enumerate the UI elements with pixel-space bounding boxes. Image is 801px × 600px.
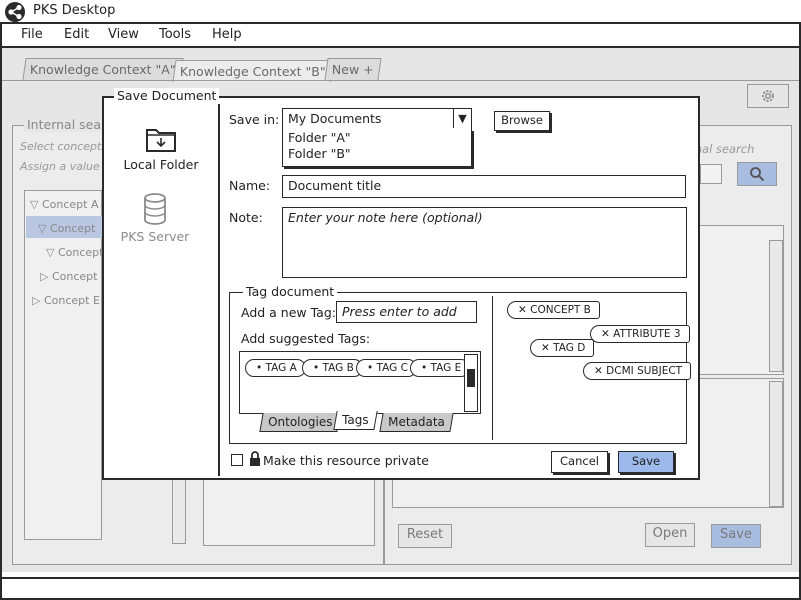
app-title: PKS Desktop [33, 3, 116, 18]
menu-help[interactable]: Help [212, 27, 242, 42]
tree-item[interactable]: ▽ Concept [38, 222, 95, 235]
name-field[interactable]: Document title [282, 175, 686, 198]
save-in-select[interactable]: My Documents ▼ [282, 108, 472, 130]
cancel-button[interactable]: Cancel [551, 451, 608, 473]
left-panel-hint2: Assign a value t [20, 160, 108, 173]
tab-knowledge-context-a[interactable]: Knowledge Context "A" [22, 58, 184, 80]
dropdown-option-folder-a[interactable]: Folder "A" [283, 129, 471, 146]
applied-tag[interactable]: ✕ CONCEPT B [507, 301, 600, 319]
save-in-dropdown: Folder "A" Folder "B" [282, 129, 472, 167]
background-save-button[interactable]: Save [711, 524, 761, 548]
suggested-tag[interactable]: • TAG B [302, 359, 363, 377]
pks-server-label: PKS Server [120, 229, 190, 244]
dialog-title: Save Document [114, 88, 220, 103]
menu-file[interactable]: File [21, 27, 43, 42]
right-scrollbar-bottom[interactable] [769, 381, 783, 507]
subtab-metadata[interactable]: Metadata [379, 413, 454, 432]
scrollbar-thumb[interactable] [467, 369, 475, 387]
tree-item[interactable]: ▽ Concept [46, 246, 103, 259]
private-label: Make this resource private [263, 453, 429, 468]
left-panel-hint1: Select concepts [20, 140, 108, 153]
name-label: Name: [229, 178, 271, 193]
concept-tree [24, 190, 102, 540]
save-button[interactable]: Save [618, 451, 674, 473]
open-button[interactable]: Open [645, 523, 695, 547]
menu-tools[interactable]: Tools [159, 27, 191, 42]
applied-tag[interactable]: ✕ DCMI SUBJECT [583, 362, 692, 380]
left-scrollbar[interactable] [172, 478, 186, 544]
local-folder-label: Local Folder [123, 157, 199, 172]
note-textarea[interactable]: Enter your note here (optional) [282, 207, 687, 278]
dropdown-option-folder-b[interactable]: Folder "B" [283, 146, 471, 161]
suggested-tags-scrollbar[interactable] [464, 354, 478, 412]
search-icon [750, 167, 765, 182]
applied-tag[interactable]: ✕ TAG D [530, 339, 595, 357]
suggested-tag[interactable]: • TAG E [410, 359, 471, 377]
right-search-input[interactable] [700, 164, 722, 184]
status-bar-divider [2, 577, 799, 579]
private-checkbox[interactable] [231, 454, 243, 466]
browse-button[interactable]: Browse [494, 111, 550, 131]
applied-tag[interactable]: ✕ ATTRIBUTE 3 [590, 325, 690, 343]
tag-group-divider [492, 296, 493, 440]
note-label: Note: [229, 210, 263, 225]
menu-view[interactable]: View [108, 27, 139, 42]
lock-icon [250, 451, 260, 466]
right-scrollbar-top[interactable] [769, 240, 783, 372]
dialog-side-divider [218, 104, 220, 476]
suggested-tag[interactable]: • TAG A [245, 359, 306, 377]
left-panel-title: Internal sear [24, 117, 110, 132]
tree-item[interactable]: ▷ Concept I [40, 270, 104, 283]
subtab-tags[interactable]: Tags [333, 411, 378, 430]
add-tag-input[interactable]: Press enter to add [336, 301, 477, 323]
suggested-tag[interactable]: • TAG C [356, 359, 417, 377]
remove-tag-icon[interactable]: ✕ [601, 328, 610, 340]
chevron-down-icon[interactable]: ▼ [453, 109, 471, 128]
suggested-tags-label: Add suggested Tags: [241, 331, 371, 346]
menu-edit[interactable]: Edit [64, 27, 89, 42]
add-new-tag-label: Add a new Tag: [241, 305, 336, 320]
folder-icon [146, 129, 176, 152]
save-in-value: My Documents [288, 111, 382, 126]
tab-knowledge-context-b[interactable]: Knowledge Context "B" [172, 60, 334, 82]
remove-tag-icon[interactable]: ✕ [594, 365, 603, 377]
tab-new[interactable]: New + [324, 58, 382, 80]
settings-button[interactable] [747, 84, 789, 108]
tab-strip-line [2, 80, 799, 81]
database-icon [144, 193, 166, 225]
title-bar: PKS Desktop [0, 0, 801, 24]
pks-server-option[interactable]: PKS Server [100, 192, 210, 244]
search-button[interactable] [737, 162, 777, 186]
save-in-label: Save in: [229, 112, 280, 127]
share-logo-icon [5, 2, 25, 22]
remove-tag-icon[interactable]: ✕ [541, 342, 550, 354]
tree-item[interactable]: ▽ Concept A [30, 198, 98, 211]
local-folder-option[interactable]: Local Folder [106, 124, 216, 172]
subtab-ontologies[interactable]: Ontologies [259, 413, 342, 432]
tag-document-title: Tag document [243, 284, 338, 299]
reset-button[interactable]: Reset [398, 524, 452, 548]
tree-item[interactable]: ▷ Concept E [32, 294, 100, 307]
gear-icon [762, 90, 774, 102]
menu-bar: File Edit View Tools Help [0, 24, 801, 48]
remove-tag-icon[interactable]: ✕ [518, 304, 527, 316]
left-list-box [203, 478, 375, 546]
